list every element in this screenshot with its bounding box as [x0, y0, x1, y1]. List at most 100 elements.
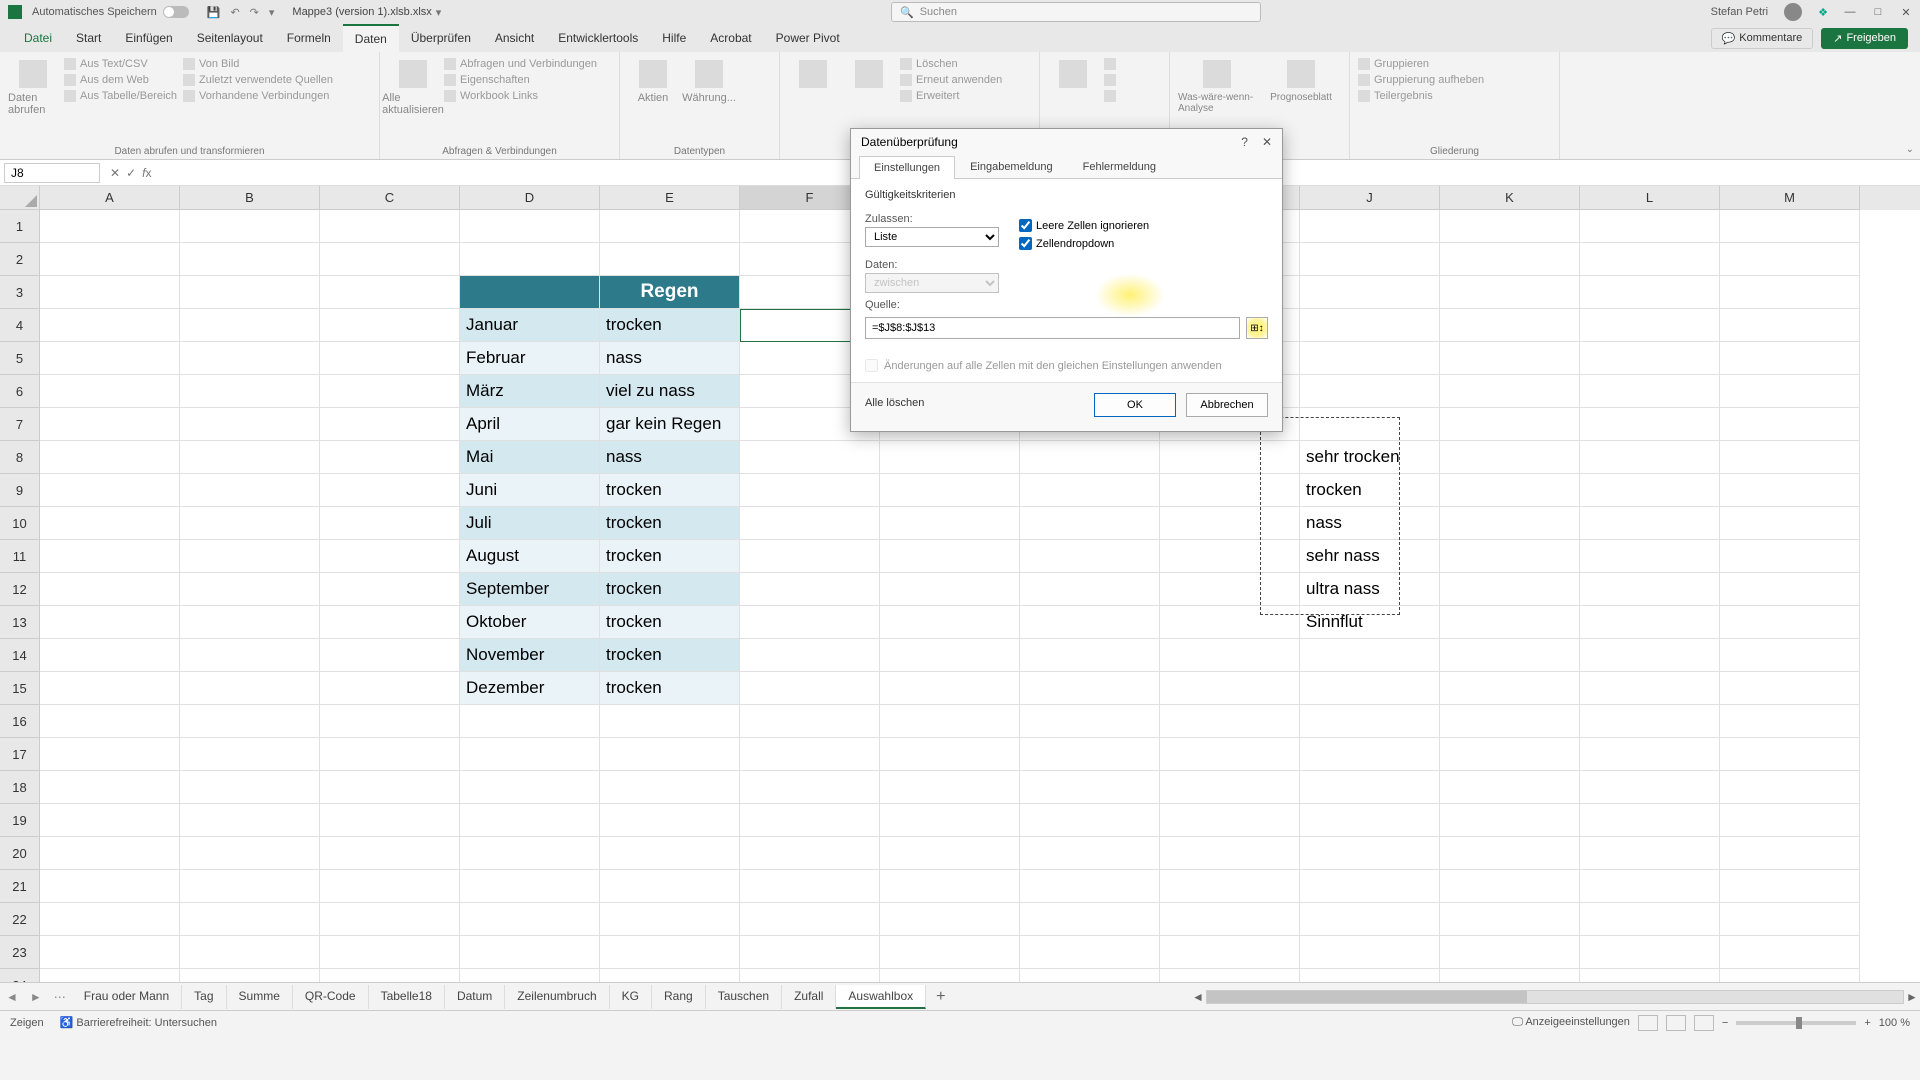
cell-I14[interactable]	[1160, 639, 1300, 672]
cell-I18[interactable]	[1160, 771, 1300, 804]
cell-H12[interactable]	[1020, 573, 1160, 606]
cell-F9[interactable]	[740, 474, 880, 507]
cell-C3[interactable]	[320, 276, 460, 309]
cell-J18[interactable]	[1300, 771, 1440, 804]
cell-C22[interactable]	[320, 903, 460, 936]
sheet-nav-more-icon[interactable]: ⋯	[48, 990, 72, 1004]
cell-B4[interactable]	[180, 309, 320, 342]
sheet-tab-summe[interactable]: Summe	[227, 985, 293, 1009]
autosave-toggle[interactable]: Automatisches Speichern	[32, 6, 189, 18]
cell-J7[interactable]	[1300, 408, 1440, 441]
tab-ueberpruefen[interactable]: Überprüfen	[399, 25, 483, 51]
row-header-15[interactable]: 15	[0, 672, 40, 705]
allow-select[interactable]: Liste	[865, 227, 999, 247]
cell-A16[interactable]	[40, 705, 180, 738]
cell-L7[interactable]	[1580, 408, 1720, 441]
cell-G13[interactable]	[880, 606, 1020, 639]
cell-E5[interactable]: nass	[600, 342, 740, 375]
zoom-in-icon[interactable]: +	[1864, 1017, 1870, 1029]
cell-D23[interactable]	[460, 936, 600, 969]
cell-C10[interactable]	[320, 507, 460, 540]
cell-L10[interactable]	[1580, 507, 1720, 540]
zoom-level[interactable]: 100 %	[1879, 1017, 1910, 1029]
cell-J10[interactable]: nass	[1300, 507, 1440, 540]
cell-C21[interactable]	[320, 870, 460, 903]
cell-M3[interactable]	[1720, 276, 1860, 309]
cell-A20[interactable]	[40, 837, 180, 870]
cell-E1[interactable]	[600, 210, 740, 243]
row-header-9[interactable]: 9	[0, 474, 40, 507]
cell-L21[interactable]	[1580, 870, 1720, 903]
cell-E4[interactable]: trocken	[600, 309, 740, 342]
cell-J4[interactable]	[1300, 309, 1440, 342]
what-if-button[interactable]: Was-wäre-wenn-Analyse	[1178, 56, 1256, 114]
toggle-switch-icon[interactable]	[163, 6, 189, 18]
scroll-right-icon[interactable]: ►	[1904, 990, 1920, 1004]
cell-A11[interactable]	[40, 540, 180, 573]
cell-M14[interactable]	[1720, 639, 1860, 672]
cell-M8[interactable]	[1720, 441, 1860, 474]
cell-D18[interactable]	[460, 771, 600, 804]
cell-D6[interactable]: März	[460, 375, 600, 408]
cell-E19[interactable]	[600, 804, 740, 837]
horizontal-scrollbar[interactable]: ◄ ►	[1190, 990, 1920, 1004]
row-header-22[interactable]: 22	[0, 903, 40, 936]
cell-I12[interactable]	[1160, 573, 1300, 606]
in-cell-dropdown-checkbox[interactable]	[1019, 237, 1032, 250]
cell-K1[interactable]	[1440, 210, 1580, 243]
cell-E15[interactable]: trocken	[600, 672, 740, 705]
currency-button[interactable]: Währung...	[684, 56, 734, 104]
cell-M16[interactable]	[1720, 705, 1860, 738]
cell-L17[interactable]	[1580, 738, 1720, 771]
cell-C11[interactable]	[320, 540, 460, 573]
cell-E7[interactable]: gar kein Regen	[600, 408, 740, 441]
cell-K9[interactable]	[1440, 474, 1580, 507]
tab-daten[interactable]: Daten	[343, 24, 399, 52]
cell-E22[interactable]	[600, 903, 740, 936]
queries-connections[interactable]: Abfragen und Verbindungen	[444, 58, 597, 70]
cell-B19[interactable]	[180, 804, 320, 837]
cell-J2[interactable]	[1300, 243, 1440, 276]
cell-M10[interactable]	[1720, 507, 1860, 540]
cell-B16[interactable]	[180, 705, 320, 738]
cell-D11[interactable]: August	[460, 540, 600, 573]
row-header-7[interactable]: 7	[0, 408, 40, 441]
cell-H15[interactable]	[1020, 672, 1160, 705]
cell-D7[interactable]: April	[460, 408, 600, 441]
dialog-tab-error-alert[interactable]: Fehlermeldung	[1068, 155, 1171, 178]
text-to-columns[interactable]	[1048, 56, 1098, 92]
cell-D4[interactable]: Januar	[460, 309, 600, 342]
display-settings[interactable]: 🖵 Anzeigeeinstellungen	[1512, 1016, 1630, 1029]
cell-F12[interactable]	[740, 573, 880, 606]
cell-F18[interactable]	[740, 771, 880, 804]
cell-E18[interactable]	[600, 771, 740, 804]
cell-H14[interactable]	[1020, 639, 1160, 672]
cell-C14[interactable]	[320, 639, 460, 672]
cell-K10[interactable]	[1440, 507, 1580, 540]
cell-K11[interactable]	[1440, 540, 1580, 573]
cell-M7[interactable]	[1720, 408, 1860, 441]
cell-I16[interactable]	[1160, 705, 1300, 738]
cell-L12[interactable]	[1580, 573, 1720, 606]
cell-C6[interactable]	[320, 375, 460, 408]
cell-D19[interactable]	[460, 804, 600, 837]
group-button[interactable]: Gruppieren	[1358, 58, 1484, 70]
cell-I13[interactable]	[1160, 606, 1300, 639]
data-tool-3[interactable]	[1104, 90, 1116, 102]
cell-H8[interactable]	[1020, 441, 1160, 474]
cell-G12[interactable]	[880, 573, 1020, 606]
cell-L18[interactable]	[1580, 771, 1720, 804]
cell-B11[interactable]	[180, 540, 320, 573]
cell-B14[interactable]	[180, 639, 320, 672]
cell-E20[interactable]	[600, 837, 740, 870]
cell-J11[interactable]: sehr nass	[1300, 540, 1440, 573]
close-window-icon[interactable]: ✕	[1900, 6, 1912, 19]
dialog-close-icon[interactable]: ✕	[1262, 135, 1272, 149]
normal-view-icon[interactable]	[1638, 1015, 1658, 1031]
cell-K4[interactable]	[1440, 309, 1580, 342]
cell-E12[interactable]: trocken	[600, 573, 740, 606]
sheet-tab-zufall[interactable]: Zufall	[782, 985, 836, 1009]
cell-A14[interactable]	[40, 639, 180, 672]
sheet-tab-zeilenumbruch[interactable]: Zeilenumbruch	[505, 985, 609, 1009]
cell-A12[interactable]	[40, 573, 180, 606]
